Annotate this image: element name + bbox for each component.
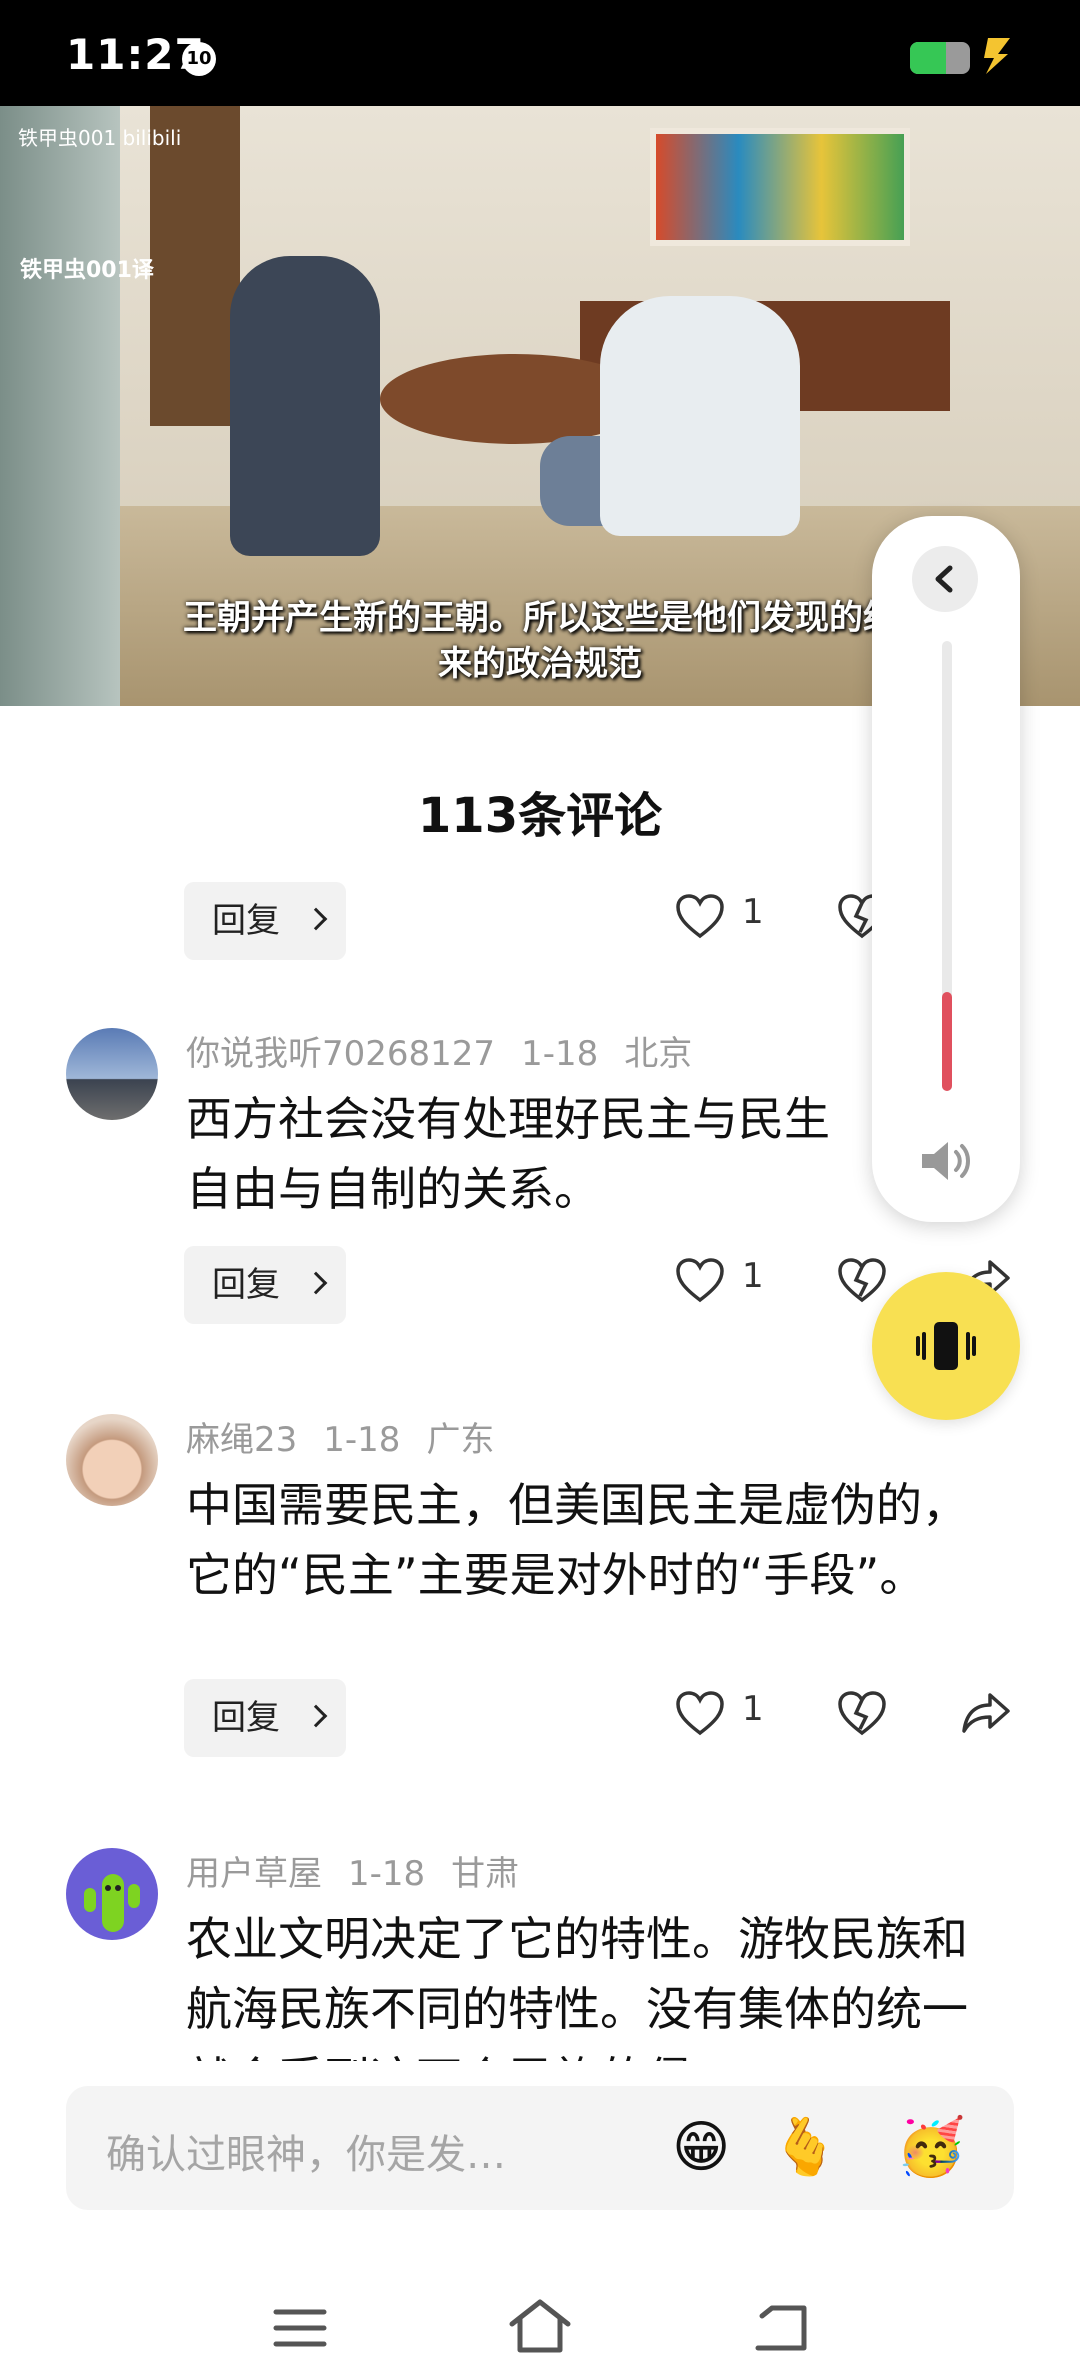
avatar[interactable] xyxy=(66,1414,158,1506)
home-icon[interactable] xyxy=(506,2298,574,2354)
subtitle-line-1: 王朝并产生新的王朝。所以这些是他们发现的统 xyxy=(183,598,897,638)
cactus-icon xyxy=(84,1874,140,1932)
comment-text[interactable]: 中国需要民主，但美国民主是虚伪的，它的“民主”主要是对外时的“手段”。 xyxy=(186,1470,1006,1610)
comment-text[interactable]: 农业文明决定了它的特性。游牧民族和航海民族不同的特性。没有集体的统一就会受到这两… xyxy=(186,1904,1006,2061)
comment-date: 1-18 xyxy=(521,1034,599,1074)
speaker-icon[interactable] xyxy=(916,1136,976,1186)
dislike-icon[interactable] xyxy=(836,1689,888,1737)
comment-date: 1-18 xyxy=(323,1420,401,1460)
share-icon[interactable] xyxy=(960,1689,1012,1737)
party-emoji-icon[interactable]: 🥳 xyxy=(896,2114,966,2182)
interviewee xyxy=(600,296,800,536)
like-count: 1 xyxy=(742,1689,764,1729)
reply-button[interactable]: 回复 xyxy=(184,1246,346,1324)
like-icon[interactable] xyxy=(674,1256,726,1304)
video-watermark-left: 铁甲虫001译 xyxy=(20,258,154,283)
comment-input-placeholder: 确认过眼神，你是发… xyxy=(106,2132,506,2178)
finger-heart-emoji-icon[interactable]: 🫰 xyxy=(770,2114,840,2182)
back-icon[interactable] xyxy=(752,2302,810,2352)
battery-icon xyxy=(910,42,970,74)
volume-collapse-button[interactable] xyxy=(912,546,978,612)
video-watermark: 铁甲虫001 bilibili xyxy=(18,126,182,150)
interviewer xyxy=(230,256,380,556)
like-count: 1 xyxy=(742,892,764,932)
avatar[interactable] xyxy=(66,1848,158,1940)
comment-username[interactable]: 你说我听70268127 xyxy=(186,1034,495,1074)
comment-date: 1-18 xyxy=(348,1854,426,1894)
status-bar: 11:27 10 xyxy=(0,0,1080,106)
bolt-icon xyxy=(984,38,1010,74)
subtitle-line-2: 来的政治规范 xyxy=(438,644,642,684)
comment-location: 甘肃 xyxy=(451,1854,520,1894)
like-icon[interactable] xyxy=(674,892,726,940)
notification-badge: 10 xyxy=(182,42,216,76)
volume-slider[interactable] xyxy=(942,641,952,1091)
grin-emoji-icon[interactable]: 😁 xyxy=(672,2114,730,2182)
comment-location: 广东 xyxy=(426,1420,495,1460)
vibrate-mode-button[interactable] xyxy=(872,1272,1020,1420)
system-nav-bar xyxy=(0,2270,1080,2376)
comment-location: 北京 xyxy=(624,1034,693,1074)
vibrate-icon xyxy=(916,1322,976,1370)
comment-meta: 麻绳23 1-18 广东 xyxy=(186,1412,520,1461)
like-icon[interactable] xyxy=(674,1689,726,1737)
comment-meta: 用户草屋 1-18 甘肃 xyxy=(186,1846,545,1895)
chevron-left-icon xyxy=(935,565,953,593)
volume-panel xyxy=(872,516,1020,1222)
painting xyxy=(650,128,910,246)
comment-meta: 你说我听70268127 1-18 北京 xyxy=(186,1026,718,1075)
reply-button[interactable]: 回复 xyxy=(184,1679,346,1757)
like-count: 1 xyxy=(742,1256,764,1296)
avatar[interactable] xyxy=(66,1028,158,1120)
comment-input[interactable]: 确认过眼神，你是发… 😁 🫰 🥳 xyxy=(66,2086,1014,2210)
comment-username[interactable]: 用户草屋 xyxy=(186,1854,322,1894)
reply-button[interactable]: 回复 xyxy=(184,882,346,960)
menu-icon[interactable] xyxy=(272,2306,328,2350)
comment-username[interactable]: 麻绳23 xyxy=(186,1420,297,1460)
